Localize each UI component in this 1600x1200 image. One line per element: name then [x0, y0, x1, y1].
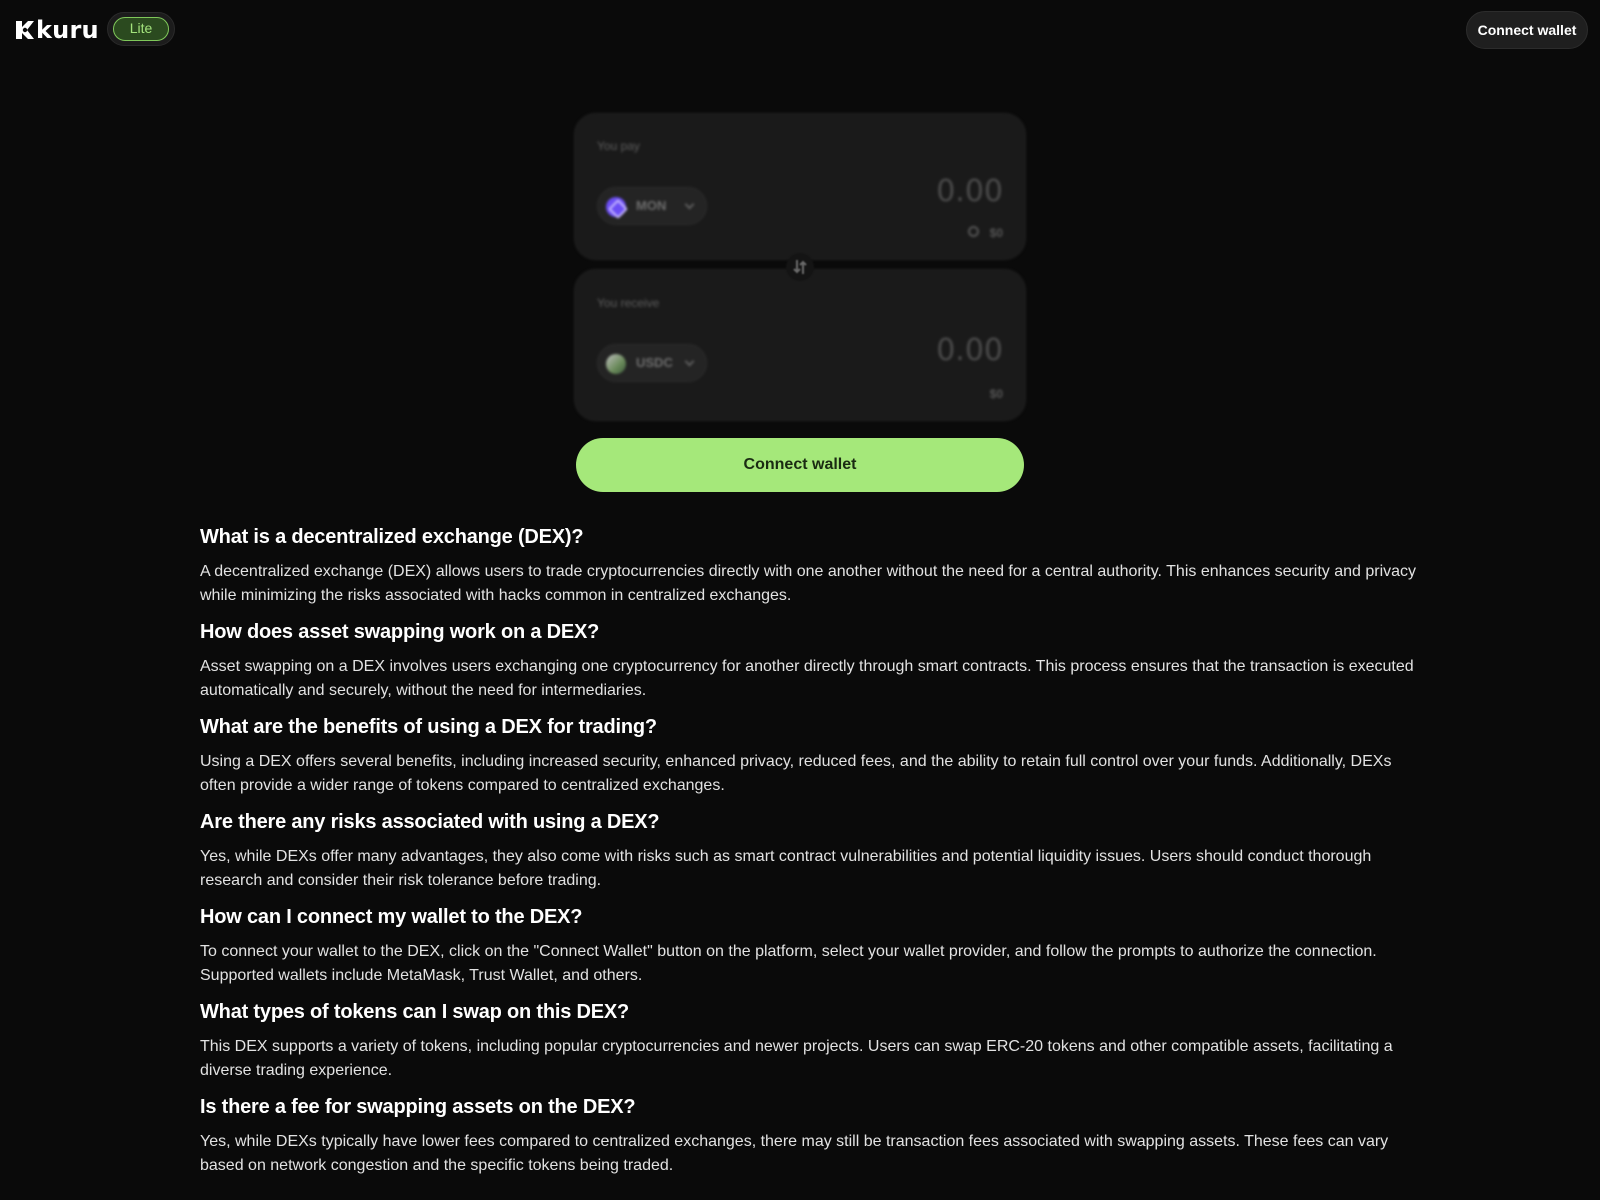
kuru-logo[interactable]: kuru — [15, 17, 99, 43]
receive-label: You receive — [597, 296, 660, 310]
connect-wallet-button[interactable]: Connect wallet — [576, 438, 1024, 492]
swap-widget: You pay MON 0.00 $0 You receive USDC 0.0… — [574, 113, 1026, 421]
faq-question: What are the benefits of using a DEX for… — [200, 716, 657, 738]
faq-answer: Yes, while DEXs offer many advantages, t… — [200, 848, 1372, 889]
faq-item: What are the benefits of using a DEX for… — [200, 712, 1420, 798]
faq-question: Is there a fee for swapping assets on th… — [200, 1096, 636, 1118]
faq-answer: Using a DEX offers several benefits, inc… — [200, 753, 1392, 794]
faq-question: How can I connect my wallet to the DEX? — [200, 906, 583, 928]
logo-text: kuru — [36, 16, 99, 44]
gas-icon — [968, 226, 979, 237]
faq-answer: Yes, while DEXs typically have lower fee… — [200, 1133, 1389, 1174]
faq-question: Are there any risks associated with usin… — [200, 811, 660, 833]
header-connect-wallet-button[interactable]: Connect wallet — [1466, 11, 1588, 49]
faq-item: What types of tokens can I swap on this … — [200, 997, 1420, 1083]
receive-usd-value: $0 — [989, 387, 1003, 401]
faq-item: Are there any risks associated with usin… — [200, 807, 1420, 893]
faq-answer: This DEX supports a variety of tokens, i… — [200, 1038, 1393, 1079]
chevron-down-icon — [684, 356, 695, 367]
faq-item: How can I connect my wallet to the DEX? … — [200, 902, 1420, 988]
pay-token-symbol: MON — [636, 198, 667, 213]
faq-answer: To connect your wallet to the DEX, click… — [200, 943, 1377, 984]
faq-answer: Asset swapping on a DEX involves users e… — [200, 658, 1414, 699]
receive-token-symbol: USDC — [636, 355, 673, 370]
swap-arrows-icon — [793, 260, 807, 274]
receive-panel: You receive USDC 0.00 $0 — [574, 269, 1026, 421]
faq-section: What is a decentralized exchange (DEX)? … — [200, 522, 1420, 1178]
pay-usd-value: $0 — [989, 226, 1003, 240]
chevron-down-icon — [684, 199, 695, 210]
pay-panel: You pay MON 0.00 $0 — [574, 113, 1026, 260]
pay-label: You pay — [597, 139, 640, 153]
receive-token-selector[interactable]: USDC — [597, 344, 707, 382]
pay-token-selector[interactable]: MON — [597, 187, 707, 225]
pay-amount-input[interactable]: 0.00 — [936, 174, 1003, 209]
faq-item: How does asset swapping work on a DEX? A… — [200, 617, 1420, 703]
lite-badge-container[interactable]: Lite — [107, 12, 175, 46]
faq-question: What is a decentralized exchange (DEX)? — [200, 526, 584, 548]
faq-answer: A decentralized exchange (DEX) allows us… — [200, 563, 1417, 604]
top-bar: kuru Lite Connect wallet — [0, 0, 1600, 60]
receive-amount-input[interactable]: 0.00 — [936, 333, 1003, 368]
faq-question: How does asset swapping work on a DEX? — [200, 621, 600, 643]
faq-item: Is there a fee for swapping assets on th… — [200, 1092, 1420, 1178]
faq-question: What types of tokens can I swap on this … — [200, 1001, 630, 1023]
swap-direction-button[interactable] — [786, 253, 814, 281]
usdc-token-icon — [606, 354, 626, 374]
kuru-logo-icon — [15, 20, 35, 40]
lite-badge[interactable]: Lite — [113, 17, 169, 41]
mon-token-icon — [606, 197, 626, 217]
faq-item: What is a decentralized exchange (DEX)? … — [200, 522, 1420, 608]
